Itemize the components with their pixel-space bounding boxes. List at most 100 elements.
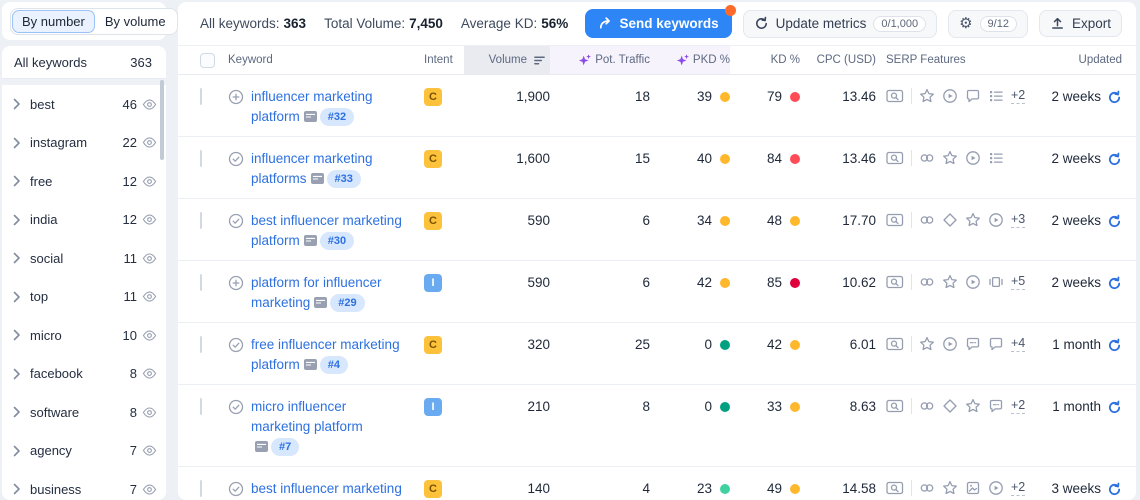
column-volume[interactable]: Volume	[464, 46, 550, 74]
sidebar-item-best[interactable]: best 46	[2, 85, 166, 124]
serp-preview-icon[interactable]	[886, 336, 904, 352]
serp-snapshot-icon[interactable]	[303, 111, 317, 122]
added-keyword-icon[interactable]	[228, 337, 244, 353]
eye-icon[interactable]	[142, 212, 157, 227]
intent-badge[interactable]: I	[424, 274, 442, 292]
eye-icon[interactable]	[142, 289, 157, 304]
serp-preview-icon[interactable]	[886, 398, 904, 414]
refresh-icon[interactable]	[1107, 152, 1122, 167]
position-badge[interactable]: #7	[271, 438, 300, 456]
sidebar-item-instagram[interactable]: instagram 22	[2, 124, 166, 163]
serp-snapshot-icon[interactable]	[314, 297, 328, 308]
send-keywords-button[interactable]: Send keywords	[584, 5, 736, 38]
serp-snapshot-icon[interactable]	[303, 235, 317, 246]
keyword-link[interactable]: micro influencer marketing platform #7	[251, 397, 369, 457]
serp-snapshot-icon[interactable]	[310, 173, 324, 184]
row-checkbox[interactable]	[200, 150, 202, 167]
sidebar-item-social[interactable]: social 11	[2, 239, 166, 278]
position-badge[interactable]: #30	[319, 232, 355, 250]
added-keyword-icon[interactable]	[228, 213, 244, 229]
column-pot-traffic[interactable]: Pot. Traffic	[550, 46, 650, 74]
column-pkd[interactable]: PKD %	[650, 46, 730, 74]
serp-more-badge[interactable]: +2	[1011, 398, 1026, 414]
row-checkbox[interactable]	[200, 398, 202, 415]
eye-icon[interactable]	[142, 251, 157, 266]
column-intent[interactable]: Intent	[424, 46, 464, 74]
intent-badge[interactable]: C	[424, 480, 442, 498]
column-keyword[interactable]: Keyword	[228, 46, 424, 74]
sidebar-item-business[interactable]: business 7	[2, 470, 166, 500]
refresh-icon[interactable]	[1107, 90, 1122, 105]
column-serp-features[interactable]: SERP Features	[876, 46, 1044, 74]
serp-more-badge[interactable]: +3	[1011, 212, 1026, 228]
row-checkbox[interactable]	[200, 480, 202, 497]
column-updated[interactable]: Updated	[1044, 46, 1122, 74]
eye-icon[interactable]	[142, 174, 157, 189]
column-cpc[interactable]: CPC (USD)	[800, 46, 876, 74]
sidebar-item-agency[interactable]: agency 7	[2, 432, 166, 471]
serp-snapshot-icon[interactable]	[255, 441, 268, 452]
added-keyword-icon[interactable]	[228, 151, 244, 167]
serp-more-badge[interactable]: +2	[1011, 480, 1026, 496]
serp-more-badge[interactable]: +2	[1011, 88, 1026, 104]
added-keyword-icon[interactable]	[228, 399, 244, 415]
position-badge[interactable]: #32	[319, 108, 355, 126]
serp-preview-icon[interactable]	[886, 88, 904, 104]
eye-icon[interactable]	[142, 405, 157, 420]
row-checkbox[interactable]	[200, 336, 202, 353]
intent-badge[interactable]: C	[424, 336, 442, 354]
eye-icon[interactable]	[142, 443, 157, 458]
serp-more-badge[interactable]: +5	[1011, 274, 1026, 290]
serp-preview-icon[interactable]	[886, 480, 904, 496]
keyword-link[interactable]: best influencer marketing platform #30	[251, 211, 424, 251]
refresh-icon[interactable]	[1107, 482, 1122, 497]
sidebar-item-micro[interactable]: micro 10	[2, 316, 166, 355]
intent-badge[interactable]: C	[424, 212, 442, 230]
intent-badge[interactable]: C	[424, 150, 442, 168]
row-checkbox[interactable]	[200, 212, 202, 229]
refresh-icon[interactable]	[1107, 276, 1122, 291]
column-kd[interactable]: KD %	[730, 46, 800, 74]
toggle-by-number[interactable]: By number	[12, 10, 95, 33]
serp-preview-icon[interactable]	[886, 150, 904, 166]
intent-badge[interactable]: C	[424, 88, 442, 106]
refresh-icon[interactable]	[1107, 338, 1122, 353]
eye-icon[interactable]	[142, 135, 157, 150]
settings-button[interactable]: ⚙ 9/12	[948, 9, 1028, 38]
keyword-link[interactable]: platform for influencer marketing #29	[251, 273, 424, 313]
select-all-checkbox[interactable]	[200, 52, 215, 68]
serp-preview-icon[interactable]	[886, 212, 904, 228]
keyword-link[interactable]: influencer marketing platform #32	[251, 87, 424, 127]
row-checkbox[interactable]	[200, 88, 202, 105]
position-badge[interactable]: #4	[319, 356, 349, 374]
serp-preview-icon[interactable]	[886, 274, 904, 290]
added-keyword-icon[interactable]	[228, 481, 244, 497]
keyword-link[interactable]: best influencer marketing platforms#11	[251, 479, 424, 500]
add-keyword-icon[interactable]	[228, 89, 244, 105]
refresh-icon[interactable]	[1107, 214, 1122, 229]
eye-icon[interactable]	[142, 482, 157, 497]
sidebar-scrollbar[interactable]	[160, 80, 164, 160]
update-metrics-button[interactable]: Update metrics 0/1,000	[742, 9, 938, 38]
eye-icon[interactable]	[142, 366, 157, 381]
sidebar-item-software[interactable]: software 8	[2, 393, 166, 432]
add-keyword-icon[interactable]	[228, 275, 244, 291]
position-badge[interactable]: #33	[326, 170, 361, 188]
sidebar-item-free[interactable]: free 12	[2, 162, 166, 201]
row-checkbox[interactable]	[200, 274, 202, 291]
eye-icon[interactable]	[142, 328, 157, 343]
intent-badge[interactable]: I	[424, 398, 442, 416]
serp-snapshot-icon[interactable]	[303, 359, 317, 370]
toggle-by-volume[interactable]: By volume	[95, 10, 176, 33]
sidebar-item-top[interactable]: top 11	[2, 278, 166, 317]
sidebar-item-india[interactable]: india 12	[2, 201, 166, 240]
keyword-link[interactable]: influencer marketing platforms #33	[251, 149, 424, 189]
keyword-link[interactable]: free influencer marketing platform #4	[251, 335, 424, 375]
refresh-icon[interactable]	[1107, 400, 1122, 415]
sidebar-item-facebook[interactable]: facebook 8	[2, 355, 166, 394]
export-button[interactable]: Export	[1038, 10, 1122, 37]
position-badge[interactable]: #29	[330, 294, 365, 312]
eye-icon[interactable]	[142, 97, 157, 112]
sidebar-header[interactable]: All keywords 363	[2, 46, 166, 78]
serp-more-badge[interactable]: +4	[1011, 336, 1026, 352]
